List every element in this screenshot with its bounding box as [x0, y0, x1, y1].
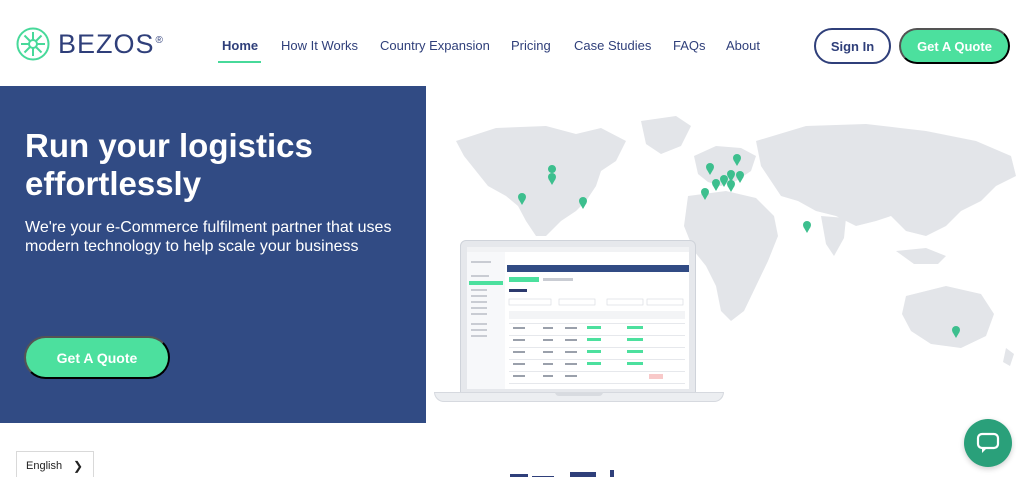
chat-launcher-button[interactable] — [964, 419, 1012, 467]
nav-about[interactable]: About — [726, 38, 760, 53]
nav-case-studies[interactable]: Case Studies — [574, 38, 651, 53]
sign-in-button[interactable]: Sign In — [814, 28, 891, 64]
chevron-right-icon: ❯ — [72, 459, 83, 473]
nav-home[interactable]: Home — [222, 38, 258, 53]
get-quote-button[interactable]: Get A Quote — [899, 28, 1010, 64]
chat-bubble-icon — [976, 432, 1000, 453]
language-label: English — [26, 460, 63, 472]
map-pin-icon — [803, 221, 811, 233]
bezos-logo-icon — [16, 27, 50, 61]
map-pin-icon — [727, 180, 735, 192]
top-navigation: BEZOS® Home How It Works Country Expansi… — [0, 0, 1024, 86]
laptop-dashboard-image — [434, 240, 724, 406]
brand-name: BEZOS® — [58, 28, 164, 59]
hero-title: Run your logistics effortlessly — [25, 127, 313, 202]
orders-dashboard-screenshot — [467, 247, 689, 389]
language-selector[interactable]: English ❯ — [16, 451, 94, 477]
nav-pricing[interactable]: Pricing — [511, 38, 551, 53]
hero-illustration — [426, 86, 1024, 423]
nav-country-expansion[interactable]: Country Expansion — [380, 38, 490, 53]
nav-how-it-works[interactable]: How It Works — [281, 38, 358, 53]
hero-panel: Run your logistics effortlessly We're yo… — [0, 86, 426, 423]
hero-subtitle: We're your e-Commerce fulfilment partner… — [25, 219, 392, 255]
active-nav-indicator — [218, 61, 261, 63]
map-pin-icon — [736, 171, 744, 183]
hero-get-quote-button[interactable]: Get A Quote — [24, 336, 170, 379]
section-heading-partial — [510, 470, 614, 477]
map-pin-icon — [579, 197, 587, 209]
brand-logo[interactable]: BEZOS® — [16, 27, 164, 61]
nav-faqs[interactable]: FAQs — [673, 38, 706, 53]
map-pin-icon — [712, 179, 720, 191]
